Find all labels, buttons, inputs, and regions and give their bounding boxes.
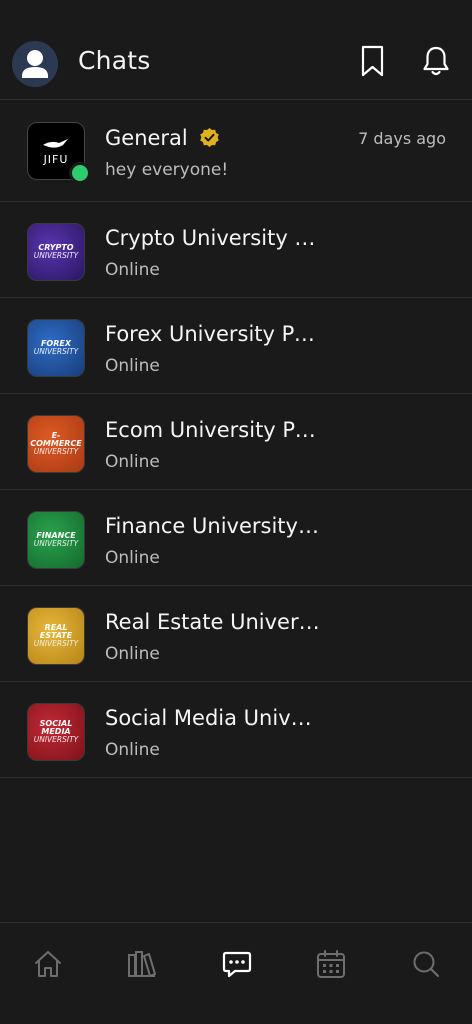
chat-title: Crypto University P... bbox=[105, 226, 320, 250]
chat-thumbnail: FOREX UNIVERSITY bbox=[27, 319, 85, 377]
search-icon[interactable] bbox=[411, 949, 441, 979]
chat-item-ecom-university[interactable]: E-COMMERCE UNIVERSITY Ecom University Pr… bbox=[0, 394, 472, 490]
chat-item-social-media-university[interactable]: SOCIAL MEDIA UNIVERSITY Social Media Uni… bbox=[0, 682, 472, 778]
thumb-line1: SOCIAL MEDIA bbox=[39, 718, 73, 737]
thumb-line2: UNIVERSITY bbox=[33, 735, 79, 745]
chat-title: Forex University Pre... bbox=[105, 322, 320, 346]
home-icon[interactable] bbox=[33, 949, 63, 979]
chat-last-message: hey everyone! bbox=[105, 160, 229, 180]
chat-status: Online bbox=[105, 548, 160, 568]
chat-icon[interactable] bbox=[222, 949, 252, 979]
online-status-dot bbox=[69, 162, 91, 184]
chat-thumbnail: REAL ESTATE UNIVERSITY bbox=[27, 607, 85, 665]
thumb-line1: REAL ESTATE bbox=[39, 622, 73, 641]
thumb-logo-text: JIFU bbox=[43, 152, 69, 166]
chat-title: Finance University ... bbox=[105, 514, 320, 538]
bottom-navigation bbox=[0, 922, 472, 1024]
user-avatar-icon[interactable] bbox=[12, 41, 58, 87]
chat-thumbnail: E-COMMERCE UNIVERSITY bbox=[27, 415, 85, 473]
chat-item-crypto-university[interactable]: CRYPTO UNIVERSITY Crypto University P...… bbox=[0, 202, 472, 298]
bookmark-icon[interactable] bbox=[358, 44, 388, 78]
app-header: Chats bbox=[0, 0, 472, 100]
thumb-line2: UNIVERSITY bbox=[33, 347, 79, 357]
chat-status: Online bbox=[105, 260, 160, 280]
chat-thumbnail: SOCIAL MEDIA UNIVERSITY bbox=[27, 703, 85, 761]
bell-icon[interactable] bbox=[421, 44, 451, 78]
chat-title: Ecom University Pr... bbox=[105, 418, 320, 442]
chat-list: JIFU General 7 days ago hey everyone! CR… bbox=[0, 100, 472, 778]
library-icon[interactable] bbox=[127, 949, 157, 979]
thumb-line2: UNIVERSITY bbox=[33, 539, 79, 549]
chat-status: Online bbox=[105, 452, 160, 472]
chat-item-real-estate-university[interactable]: REAL ESTATE UNIVERSITY Real Estate Unive… bbox=[0, 586, 472, 682]
thumb-line2: UNIVERSITY bbox=[33, 447, 79, 457]
page-title: Chats bbox=[78, 46, 151, 75]
verified-badge-icon bbox=[199, 127, 220, 148]
bird-logo-icon bbox=[43, 138, 68, 148]
chat-title: Social Media Unive... bbox=[105, 706, 320, 730]
chat-status: Online bbox=[105, 644, 160, 664]
chat-item-finance-university[interactable]: FINANCE UNIVERSITY Finance University ..… bbox=[0, 490, 472, 586]
chat-title: General bbox=[105, 126, 188, 150]
chat-status: Online bbox=[105, 740, 160, 760]
chat-status: Online bbox=[105, 356, 160, 376]
chat-thumbnail: FINANCE UNIVERSITY bbox=[27, 511, 85, 569]
calendar-icon[interactable] bbox=[316, 949, 346, 979]
chat-thumbnail: CRYPTO UNIVERSITY bbox=[27, 223, 85, 281]
chat-title: Real Estate Univers... bbox=[105, 610, 320, 634]
chat-item-general[interactable]: JIFU General 7 days ago hey everyone! bbox=[0, 100, 472, 202]
thumb-line2: UNIVERSITY bbox=[33, 639, 79, 649]
chat-item-forex-university[interactable]: FOREX UNIVERSITY Forex University Pre...… bbox=[0, 298, 472, 394]
thumb-line1: E-COMMERCE bbox=[30, 430, 82, 449]
chat-timestamp: 7 days ago bbox=[358, 129, 446, 148]
thumb-line2: UNIVERSITY bbox=[33, 251, 79, 261]
